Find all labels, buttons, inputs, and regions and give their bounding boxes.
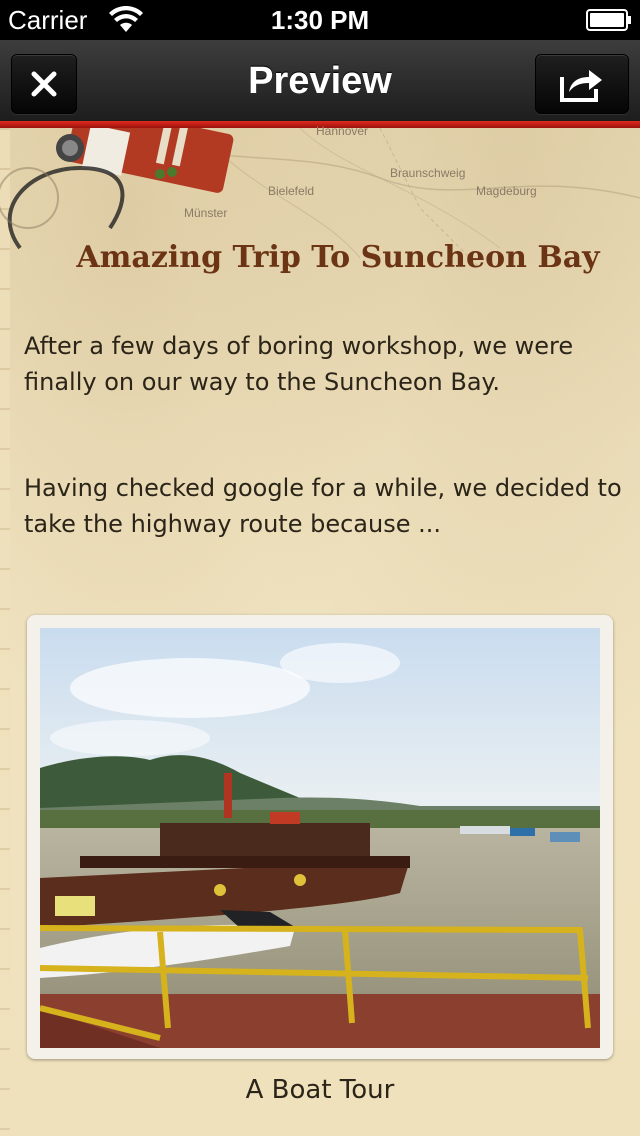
map-label: Münster	[184, 206, 228, 220]
map-label: Braunschweig	[390, 166, 466, 180]
article-title: Amazing Trip To Suncheon Bay	[76, 240, 600, 275]
wallet-illustration	[56, 128, 234, 193]
preview-screen: Carrier 1:30 PM Preview Braunschweig Bie…	[0, 0, 640, 1136]
photo-caption: A Boat Tour	[245, 1075, 395, 1105]
status-bar: Carrier 1:30 PM	[0, 0, 640, 40]
photo-frame[interactable]	[27, 615, 613, 1059]
article-paragraph: After a few days of boring workshop, we …	[24, 332, 574, 396]
map-label: Hannover	[316, 124, 369, 138]
navigation-bar: Preview	[0, 40, 640, 124]
article-paragraph: Having checked google for a while, we de…	[24, 474, 622, 538]
share-button[interactable]	[535, 54, 629, 114]
boat-tour-photo[interactable]	[40, 628, 600, 1048]
article-content: Braunschweig Bielefeld Münster Magdeburg…	[0, 124, 640, 1136]
battery-icon	[586, 9, 631, 31]
share-icon	[560, 70, 602, 102]
map-decoration	[0, 128, 640, 269]
status-time: 1:30 PM	[270, 5, 370, 35]
map-label: Bielefeld	[268, 184, 315, 198]
map-label: Magdeburg	[476, 184, 537, 198]
